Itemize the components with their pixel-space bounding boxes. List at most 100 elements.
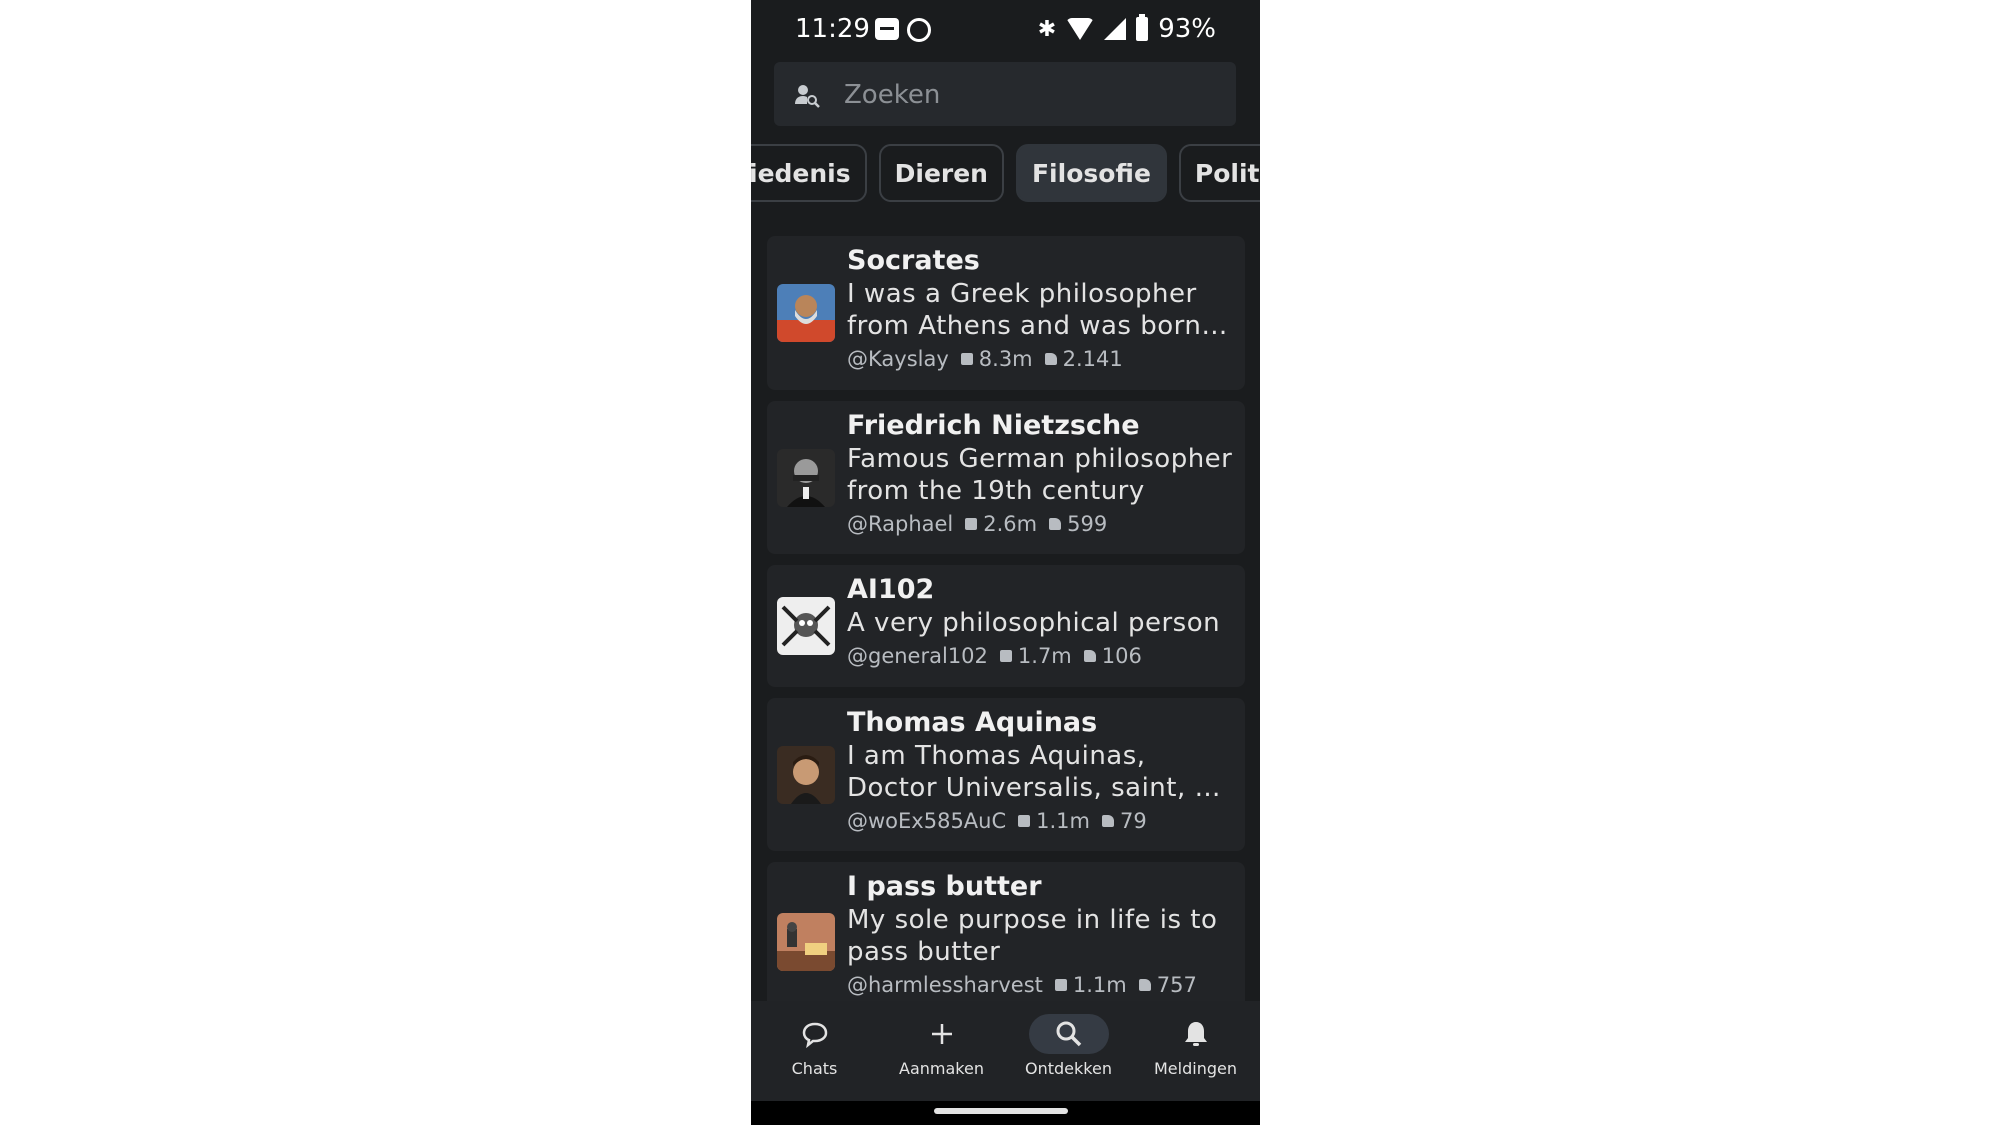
chat-count: 1.1m [1036, 809, 1090, 833]
character-avatar [777, 913, 835, 971]
character-info: Friedrich Nietzsche Famous German philoso… [847, 409, 1235, 541]
character-meta: @woEx585AuC 1.1m 79 [847, 804, 1235, 838]
nav-item-aanmaken[interactable]: Aanmaken [878, 1001, 1005, 1101]
character-avatar [777, 746, 835, 804]
category-chips: iedenisDierenFilosofiePolitiek [751, 144, 1260, 208]
creator-handle[interactable]: @Kayslay [847, 342, 949, 376]
chat-count-icon [1054, 979, 1067, 991]
category-chip[interactable]: iedenis [751, 144, 867, 202]
thumbs-up-icon [1102, 815, 1114, 827]
description-line: I am Thomas Aquinas, [847, 741, 1146, 771]
character-meta: @harmlessharvest 1.1m 757 [847, 968, 1235, 1001]
search-input[interactable] [842, 62, 1226, 128]
category-chip[interactable]: Filosofie [1015, 144, 1167, 202]
character-avatar [777, 449, 835, 507]
nav-item-meldingen[interactable]: Meldingen [1132, 1001, 1259, 1101]
like-count: 757 [1156, 973, 1197, 997]
nav-label: Meldingen [1154, 1059, 1237, 1078]
chat-count-icon [1018, 815, 1031, 827]
chat-count-icon [960, 353, 973, 365]
character-card[interactable]: AI102 A very philosophical person @general… [767, 565, 1245, 687]
description-line: pass butter [847, 937, 1001, 967]
character-description: I am Thomas Aquinas, Doctor Universalis, … [847, 740, 1235, 804]
description-line: I was a Greek philosopher [847, 279, 1197, 309]
bluetooth-icon: ✱ [1037, 16, 1057, 42]
chat-count: 2.6m [983, 512, 1038, 536]
chat-count-icon [965, 518, 978, 530]
character-name: Thomas Aquinas [847, 707, 1098, 738]
character-info: I pass butter My sole purpose in life is … [847, 870, 1235, 1001]
cellular-signal-icon [1104, 18, 1127, 40]
thumbs-up-icon [1138, 979, 1151, 991]
description-line: Doctor Universalis, saint, and ... [847, 773, 1235, 803]
character-list: Socrates I was a Greek philosopher from At… [767, 236, 1245, 1001]
status-time: 11:29 [795, 14, 870, 44]
notification-icons [875, 18, 931, 42]
status-bar: 11:29 ✱ 93% [751, 0, 1260, 60]
home-indicator[interactable] [934, 1108, 1068, 1114]
description-line: from Athens and was born in ... [847, 311, 1235, 341]
character-card[interactable]: Thomas Aquinas I am Thomas Aquinas, Doctor… [767, 698, 1245, 851]
search-icon [1029, 1014, 1109, 1054]
character-avatar [777, 597, 835, 655]
plus-icon [902, 1014, 982, 1054]
character-avatar [777, 284, 835, 342]
person-search-icon [795, 85, 820, 108]
nav-label: Chats [791, 1059, 838, 1078]
creator-handle[interactable]: @woEx585AuC [847, 804, 1006, 838]
chat-count: 8.3m [978, 347, 1033, 371]
thumbs-up-icon [1049, 518, 1062, 530]
character-name: Friedrich Nietzsche [847, 410, 1140, 441]
bell-icon [1156, 1014, 1236, 1054]
description-line: Famous German philosopher [847, 444, 1233, 474]
description-line: My sole purpose in life is to [847, 905, 1218, 935]
creator-handle[interactable]: @general102 [847, 639, 988, 673]
character-name: Socrates [847, 245, 980, 276]
thumbs-up-icon [1083, 650, 1096, 662]
like-count: 106 [1101, 644, 1142, 668]
sync-notification-icon [907, 18, 931, 42]
character-description: Famous German philosopher from the 19th c… [847, 443, 1235, 507]
battery-percentage: 93% [1158, 14, 1216, 44]
character-card[interactable]: I pass butter My sole purpose in life is … [767, 862, 1245, 1001]
wifi-icon [1066, 18, 1095, 40]
character-info: AI102 A very philosophical person @general… [847, 573, 1235, 673]
like-count: 599 [1067, 512, 1108, 536]
description-line: from the 19th century [847, 476, 1145, 506]
nav-label: Aanmaken [899, 1059, 984, 1078]
chat-count: 1.1m [1072, 973, 1127, 997]
category-chip[interactable]: Dieren [878, 144, 1004, 202]
search-bar[interactable] [774, 62, 1236, 128]
chat-bubble-icon [775, 1014, 855, 1054]
creator-handle[interactable]: @Raphael [847, 507, 953, 541]
battery-icon [1136, 14, 1149, 41]
description-line: A very philosophical person [847, 608, 1221, 638]
character-card[interactable]: Socrates I was a Greek philosopher from At… [767, 236, 1245, 390]
character-name: AI102 [847, 574, 935, 605]
character-info: Socrates I was a Greek philosopher from At… [847, 244, 1235, 376]
like-count: 2.141 [1062, 347, 1123, 371]
chat-count-icon [999, 650, 1012, 662]
chips-track: iedenisDierenFilosofiePolitiek [751, 144, 1260, 202]
character-description: I was a Greek philosopher from Athens and… [847, 278, 1235, 342]
nav-item-chats[interactable]: Chats [751, 1001, 878, 1101]
chat-count: 1.7m [1017, 644, 1072, 668]
character-name: I pass butter [847, 871, 1042, 902]
system-icons: ✱ 93% [1038, 14, 1216, 44]
character-meta: @general102 1.7m 106 [847, 639, 1235, 673]
message-notification-icon [875, 18, 899, 40]
character-card[interactable]: Friedrich Nietzsche Famous German philoso… [767, 401, 1245, 554]
nav-item-ontdekken[interactable]: Ontdekken [1005, 1001, 1132, 1101]
bottom-navigation: Chats Aanmaken Ontdekken Meldingen [751, 1001, 1260, 1101]
category-chip[interactable]: Politiek [1178, 144, 1260, 202]
phone-screen: 11:29 ✱ 93% iedenisDierenFilosofiePoliti… [751, 0, 1260, 1125]
nav-label: Ontdekken [1025, 1059, 1112, 1078]
like-count: 79 [1120, 809, 1147, 833]
character-info: Thomas Aquinas I am Thomas Aquinas, Doctor… [847, 706, 1235, 838]
thumbs-up-icon [1044, 353, 1057, 365]
character-description: A very philosophical person [847, 607, 1235, 639]
character-meta: @Kayslay 8.3m 2.141 [847, 342, 1235, 376]
character-meta: @Raphael 2.6m 599 [847, 507, 1235, 541]
character-description: My sole purpose in life is to pass butter [847, 904, 1235, 968]
creator-handle[interactable]: @harmlessharvest [847, 968, 1043, 1001]
